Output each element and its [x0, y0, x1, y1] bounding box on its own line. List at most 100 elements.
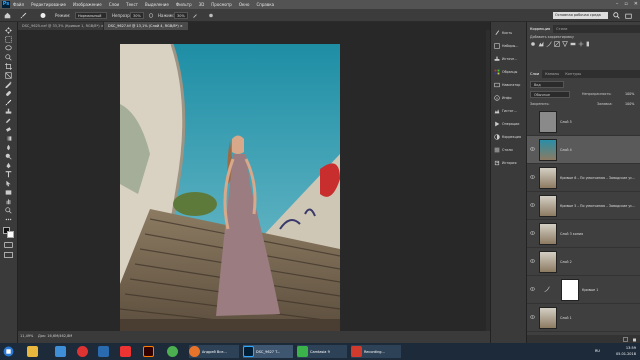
- visibility-eye-icon[interactable]: [530, 315, 535, 319]
- menu-edit[interactable]: Редактирование: [31, 2, 66, 7]
- visibility-eye-icon[interactable]: [530, 147, 535, 151]
- mode-select[interactable]: Нормальный: [75, 12, 107, 19]
- trash-icon[interactable]: [632, 337, 637, 342]
- taskbar-pin-media[interactable]: [55, 345, 66, 358]
- visibility-eye-icon[interactable]: [530, 231, 535, 235]
- layer-row[interactable]: Кривые 1: [527, 276, 640, 304]
- quick-select-tool[interactable]: [3, 53, 14, 61]
- layer-row[interactable]: Слой 5: [527, 108, 640, 136]
- tab-doc-2[interactable]: DSC_9627.tif @ 13,1% (Слой 4, RGB/8*) ×: [104, 22, 188, 30]
- menu-type[interactable]: Текст: [126, 2, 138, 7]
- tab-doc-1[interactable]: DSC_9625.nef @ 33,3% (Кривые 1, RGB/8*) …: [18, 22, 104, 30]
- taskbar-pin-app[interactable]: [98, 345, 109, 358]
- blend-mode-select[interactable]: Обычные: [530, 91, 570, 98]
- taskbar-pin-yandex[interactable]: [120, 345, 131, 358]
- taskbar-pin-opera[interactable]: [77, 345, 88, 358]
- menu-file[interactable]: Файл: [13, 2, 24, 7]
- workspace-select[interactable]: Основная рабочая среда: [553, 12, 608, 19]
- brightness-icon[interactable]: [530, 41, 536, 47]
- quick-mask-button[interactable]: [4, 242, 13, 248]
- zoom-level[interactable]: 11,49%: [20, 334, 33, 338]
- vibrance-icon[interactable]: [562, 41, 568, 47]
- airbrush-icon[interactable]: [192, 12, 198, 19]
- panel-swatches[interactable]: Образцы: [494, 66, 525, 77]
- document-image[interactable]: [120, 44, 340, 337]
- share-icon[interactable]: [625, 12, 632, 19]
- taskbar-pin-illustrator[interactable]: [143, 345, 154, 358]
- panel-adjustments[interactable]: Коррекция: [494, 131, 525, 142]
- eyedropper-tool[interactable]: [3, 80, 14, 88]
- visibility-eye-icon[interactable]: [530, 287, 535, 291]
- layer-row-selected[interactable]: Слой 4: [527, 136, 640, 164]
- layer-row[interactable]: Слой 2: [527, 248, 640, 276]
- language-indicator[interactable]: RU: [595, 349, 600, 353]
- taskbar-pin-explorer[interactable]: [27, 345, 38, 358]
- menu-window[interactable]: Окно: [239, 2, 250, 7]
- menu-help[interactable]: Справка: [256, 2, 274, 7]
- more-tools[interactable]: [3, 215, 14, 223]
- layer-row[interactable]: Кривые 6 – По умолчанию – Заводские ус..…: [527, 164, 640, 192]
- maximize-button[interactable]: ▫: [624, 1, 627, 7]
- type-tool[interactable]: [3, 170, 14, 178]
- menu-layers[interactable]: Слои: [109, 2, 119, 7]
- lasso-tool[interactable]: [3, 44, 14, 52]
- taskbar-window-recording[interactable]: Recording...: [351, 345, 401, 358]
- opacity-field[interactable]: 30%: [130, 12, 144, 19]
- system-clock[interactable]: 13:59 05.01.2018: [616, 345, 636, 357]
- pen-tool[interactable]: [3, 161, 14, 169]
- panel-styles[interactable]: Стили: [494, 144, 525, 155]
- crop-tool[interactable]: [3, 62, 14, 70]
- layer-opacity-value[interactable]: 100%: [625, 92, 634, 96]
- fill-value[interactable]: 100%: [625, 102, 634, 106]
- background-color-swatch[interactable]: [7, 231, 14, 238]
- pressure-opacity-icon[interactable]: [148, 12, 154, 19]
- panel-brush-presets[interactable]: Наборы...: [494, 40, 525, 51]
- healing-tool[interactable]: [3, 89, 14, 97]
- curves-icon[interactable]: [546, 41, 552, 47]
- tab-channels[interactable]: Каналы: [542, 70, 562, 78]
- move-tool[interactable]: [3, 26, 14, 34]
- panel-navigator[interactable]: Навигатор: [494, 79, 525, 90]
- taskbar-window-photoshop[interactable]: DSC_9627 T...: [243, 345, 293, 358]
- frame-tool[interactable]: [3, 71, 14, 79]
- layer-row[interactable]: Кривые 5 – По умолчанию – Заводские ус..…: [527, 192, 640, 220]
- eraser-tool[interactable]: [3, 125, 14, 133]
- panel-history[interactable]: История: [494, 157, 525, 168]
- screen-mode-button[interactable]: [4, 252, 13, 258]
- pressure-size-icon[interactable]: [208, 12, 214, 19]
- color-balance-icon[interactable]: [578, 41, 584, 47]
- panel-histogram[interactable]: Гистог...: [494, 105, 525, 116]
- stamp-tool[interactable]: [3, 107, 14, 115]
- menu-select[interactable]: Выделение: [145, 2, 169, 7]
- panel-brush[interactable]: Кисть: [494, 27, 525, 38]
- panel-actions[interactable]: Операции: [494, 118, 525, 129]
- dodge-tool[interactable]: [3, 152, 14, 160]
- panel-clone-source[interactable]: Источн...: [494, 53, 525, 64]
- visibility-eye-icon[interactable]: [530, 175, 535, 179]
- hand-tool[interactable]: [3, 197, 14, 205]
- home-icon[interactable]: [4, 12, 11, 19]
- panel-info[interactable]: Инфо: [494, 92, 525, 103]
- taskbar-window-camtasia[interactable]: Camtasia 9: [297, 345, 347, 358]
- visibility-eye-icon[interactable]: [530, 259, 535, 263]
- tab-layers[interactable]: Слои: [527, 70, 543, 78]
- taskbar-window-browser[interactable]: Андрей Все...: [189, 345, 239, 358]
- start-button[interactable]: [3, 345, 14, 358]
- menu-3d[interactable]: 3D: [199, 2, 205, 7]
- brush-tool-icon[interactable]: [20, 12, 27, 19]
- shape-tool[interactable]: [3, 188, 14, 196]
- layer-row[interactable]: Слой 1: [527, 304, 640, 332]
- search-icon[interactable]: [613, 12, 620, 19]
- levels-icon[interactable]: [538, 41, 544, 47]
- tab-adjustments[interactable]: Коррекция: [527, 25, 554, 33]
- minimize-button[interactable]: –: [616, 1, 619, 7]
- tab-styles[interactable]: Стили: [553, 25, 570, 33]
- blur-tool[interactable]: [3, 143, 14, 151]
- close-button[interactable]: ✕: [634, 1, 638, 7]
- flow-field[interactable]: 30%: [174, 12, 188, 19]
- hue-saturation-icon[interactable]: [570, 41, 576, 47]
- exposure-icon[interactable]: [554, 41, 560, 47]
- marquee-tool[interactable]: [3, 35, 14, 43]
- new-layer-icon[interactable]: [623, 336, 628, 342]
- menu-filter[interactable]: Фильтр: [176, 2, 192, 7]
